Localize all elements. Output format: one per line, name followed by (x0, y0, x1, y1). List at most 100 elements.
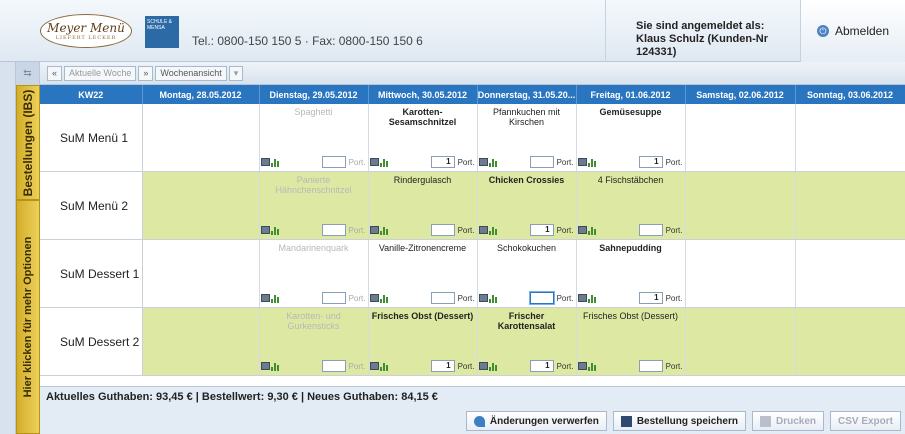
meal-cell: Sahnepudding 1 Port. (576, 239, 686, 308)
photo-icon[interactable] (369, 226, 379, 234)
meal-cell: Pfannkuchen mit Kirschen Port. (477, 104, 577, 172)
photo-icon[interactable] (369, 362, 379, 370)
view-select[interactable]: Wochenansicht (155, 65, 227, 81)
print-label: Drucken (775, 415, 816, 427)
portion-unit-label: Port. (665, 157, 683, 167)
order-controls: 1 Port. (478, 360, 574, 372)
portion-quantity-input[interactable]: 1 (529, 224, 554, 236)
nutrition-chart-icon[interactable] (587, 294, 597, 303)
nutrition-chart-icon[interactable] (488, 158, 498, 167)
order-controls: Port. (260, 360, 366, 372)
nutrition-chart-icon[interactable] (488, 226, 498, 235)
portion-quantity-input[interactable]: 1 (638, 292, 663, 304)
meal-cell (142, 239, 260, 308)
order-controls: Port. (577, 360, 683, 372)
portion-quantity-input[interactable] (529, 292, 554, 304)
portion-unit-label: Port. (665, 293, 683, 303)
nutrition-chart-icon[interactable] (270, 294, 280, 303)
portion-quantity-input[interactable]: 1 (529, 360, 554, 372)
order-controls: Port. (260, 156, 366, 168)
photo-icon[interactable] (577, 158, 587, 166)
portion-quantity-input[interactable] (430, 292, 455, 304)
meal-name: Vanille-Zitronencreme (378, 243, 467, 253)
nutrition-chart-icon[interactable] (270, 158, 280, 167)
nutrition-chart-icon[interactable] (587, 226, 597, 235)
nutrition-chart-icon[interactable] (270, 226, 280, 235)
photo-icon[interactable] (478, 158, 488, 166)
portion-quantity-input[interactable] (638, 360, 663, 372)
nutrition-chart-icon[interactable] (587, 158, 597, 167)
print-button[interactable]: Drucken (751, 411, 824, 431)
logo-text: Meyer Menü (47, 21, 125, 35)
row-label: SuM Menü 1 (40, 104, 143, 172)
portion-quantity-input[interactable]: 1 (430, 360, 455, 372)
portion-quantity-input[interactable] (638, 224, 663, 236)
meal-cell: Gemüsesuppe 1 Port. (576, 104, 686, 172)
nutrition-chart-icon[interactable] (488, 294, 498, 303)
portion-quantity-input[interactable] (321, 292, 346, 304)
portion-quantity-input[interactable] (529, 156, 554, 168)
school-mensa-logo: SCHULE & MENSA (145, 16, 179, 48)
login-user-name: Klaus Schulz (Kunden-Nr 124331) (636, 33, 769, 58)
order-controls: Port. (478, 156, 574, 168)
row-label: SuM Menü 2 (40, 171, 143, 240)
meal-cell (142, 104, 260, 172)
photo-icon[interactable] (260, 294, 270, 302)
discard-changes-button[interactable]: Änderungen verwerfen (465, 411, 607, 431)
portion-unit-label: Port. (457, 361, 475, 371)
meal-name: Frischer Karottensalat (497, 311, 556, 331)
meal-cell (685, 239, 796, 308)
photo-icon[interactable] (260, 226, 270, 234)
portion-quantity-input[interactable]: 1 (430, 156, 455, 168)
photo-icon[interactable] (369, 158, 379, 166)
meal-name: Frisches Obst (Dessert) (371, 311, 474, 321)
tab-more-options[interactable]: Hier klicken für mehr Optionen (16, 200, 40, 434)
csv-export-button[interactable]: CSV Export (829, 411, 901, 431)
current-week-button[interactable]: Aktuelle Woche (64, 65, 137, 81)
next-week-button[interactable]: » (138, 65, 154, 81)
nutrition-chart-icon[interactable] (587, 362, 597, 371)
photo-icon[interactable] (260, 158, 270, 166)
portion-quantity-input[interactable] (321, 156, 346, 168)
photo-icon[interactable] (478, 294, 488, 302)
photo-icon[interactable] (577, 294, 587, 302)
nutrition-chart-icon[interactable] (379, 294, 389, 303)
photo-icon[interactable] (369, 294, 379, 302)
save-order-button[interactable]: Bestellung speichern (612, 411, 746, 431)
order-grid: KW22 Montag, 28.05.2012 Dienstag, 29.05.20… (40, 85, 905, 376)
logout-button[interactable]: ⏻ Abmelden (800, 0, 905, 62)
meal-cell (142, 171, 260, 240)
nutrition-chart-icon[interactable] (379, 158, 389, 167)
photo-icon[interactable] (577, 362, 587, 370)
nutrition-chart-icon[interactable] (488, 362, 498, 371)
meal-cell: Rindergulasch Port. (368, 171, 478, 240)
nutrition-chart-icon[interactable] (379, 362, 389, 371)
portion-quantity-input[interactable] (321, 360, 346, 372)
previous-week-button[interactable]: « (47, 65, 63, 81)
chevron-down-icon[interactable]: ▾ (228, 65, 244, 81)
portion-unit-label: Port. (457, 293, 475, 303)
photo-icon[interactable] (260, 362, 270, 370)
portion-quantity-input[interactable] (321, 224, 346, 236)
meal-cell (685, 104, 796, 172)
portion-quantity-input[interactable] (430, 224, 455, 236)
nutrition-chart-icon[interactable] (379, 226, 389, 235)
nutrition-chart-icon[interactable] (270, 362, 280, 371)
meal-cell: Schokokuchen Port. (477, 239, 577, 308)
login-info: Sie sind angemeldet als: Klaus Schulz (K… (605, 0, 800, 62)
login-status-label: Sie sind angemeldet als: (636, 20, 765, 32)
meal-cell: 4 Fischstäbchen Port. (576, 171, 686, 240)
photo-icon[interactable] (478, 362, 488, 370)
order-controls: Port. (369, 224, 475, 236)
meal-name: Rindergulasch (393, 175, 452, 185)
portion-unit-label: Port. (348, 293, 366, 303)
column-header-day: Samstag, 02.06.2012 (685, 85, 796, 104)
column-header-day: Sonntag, 03.06.2012 (795, 85, 905, 104)
tab-orders-ibs[interactable]: Bestellungen (IBS) (16, 85, 40, 200)
order-controls: Port. (260, 292, 366, 304)
meal-cell (795, 171, 905, 240)
portion-quantity-input[interactable]: 1 (638, 156, 663, 168)
collapse-arrows-icon[interactable]: ⇆ (16, 62, 40, 85)
photo-icon[interactable] (478, 226, 488, 234)
photo-icon[interactable] (577, 226, 587, 234)
